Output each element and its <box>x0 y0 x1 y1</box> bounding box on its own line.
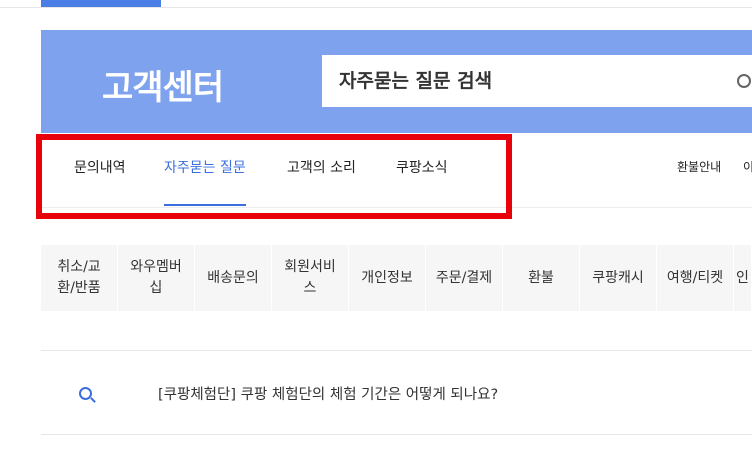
category-refund[interactable]: 환불 <box>503 245 580 311</box>
tab-inquiry-history[interactable]: 문의내역 <box>74 133 126 206</box>
customer-center-banner: 고객센터 <box>41 30 752 133</box>
category-delivery[interactable]: 배송문의 <box>195 245 272 311</box>
category-privacy[interactable]: 개인정보 <box>349 245 426 311</box>
active-top-tab-indicator <box>41 0 161 7</box>
page-title: 고객센터 <box>102 68 224 108</box>
category-member-service[interactable]: 회원서비 스 <box>272 245 349 311</box>
category-label: 환불 <box>528 269 554 286</box>
category-label: 쿠팡캐시 <box>592 269 644 286</box>
top-divider <box>0 7 752 8</box>
category-travel-ticket[interactable]: 여행/티켓 <box>657 245 734 311</box>
next-right-link[interactable]: 이 <box>743 158 752 175</box>
tab-bar: 문의내역 자주묻는 질문 고객의 소리 쿠팡소식 <box>41 133 752 208</box>
category-label: 여행/티켓 <box>666 269 724 286</box>
category-order-payment[interactable]: 주문/결제 <box>426 245 503 311</box>
category-label: 배송문의 <box>207 269 259 286</box>
category-truncated[interactable]: 인 <box>734 245 752 311</box>
question-icon <box>79 387 92 400</box>
category-label: 회원서비 스 <box>284 259 336 296</box>
category-label: 취소/교 환/반품 <box>57 259 101 296</box>
category-label: 와우멤버 십 <box>130 259 182 296</box>
faq-search-input[interactable] <box>322 55 752 107</box>
faq-category-bar: 취소/교 환/반품 와우멤버 십 배송문의 회원서비 스 개인정보 주문/결제 … <box>41 245 752 311</box>
category-label: 주문/결제 <box>435 269 493 286</box>
refund-guide-link[interactable]: 환불안내 <box>677 158 721 175</box>
tab-faq[interactable]: 자주묻는 질문 <box>164 133 246 206</box>
tab-customer-voice[interactable]: 고객의 소리 <box>287 133 356 206</box>
list-divider-bottom <box>41 434 752 435</box>
category-label: 인 <box>736 269 749 286</box>
list-divider-top <box>41 350 752 351</box>
category-label: 개인정보 <box>361 269 413 286</box>
search-icon[interactable] <box>737 74 751 88</box>
category-cancel-exchange-return[interactable]: 취소/교 환/반품 <box>41 245 118 311</box>
category-coupang-cash[interactable]: 쿠팡캐시 <box>580 245 657 311</box>
category-wow-membership[interactable]: 와우멤버 십 <box>118 245 195 311</box>
faq-question[interactable]: [쿠팡체험단] 쿠팡 체험단의 체험 기간은 어떻게 되나요? <box>158 383 498 404</box>
tab-coupang-news[interactable]: 쿠팡소식 <box>396 133 448 206</box>
